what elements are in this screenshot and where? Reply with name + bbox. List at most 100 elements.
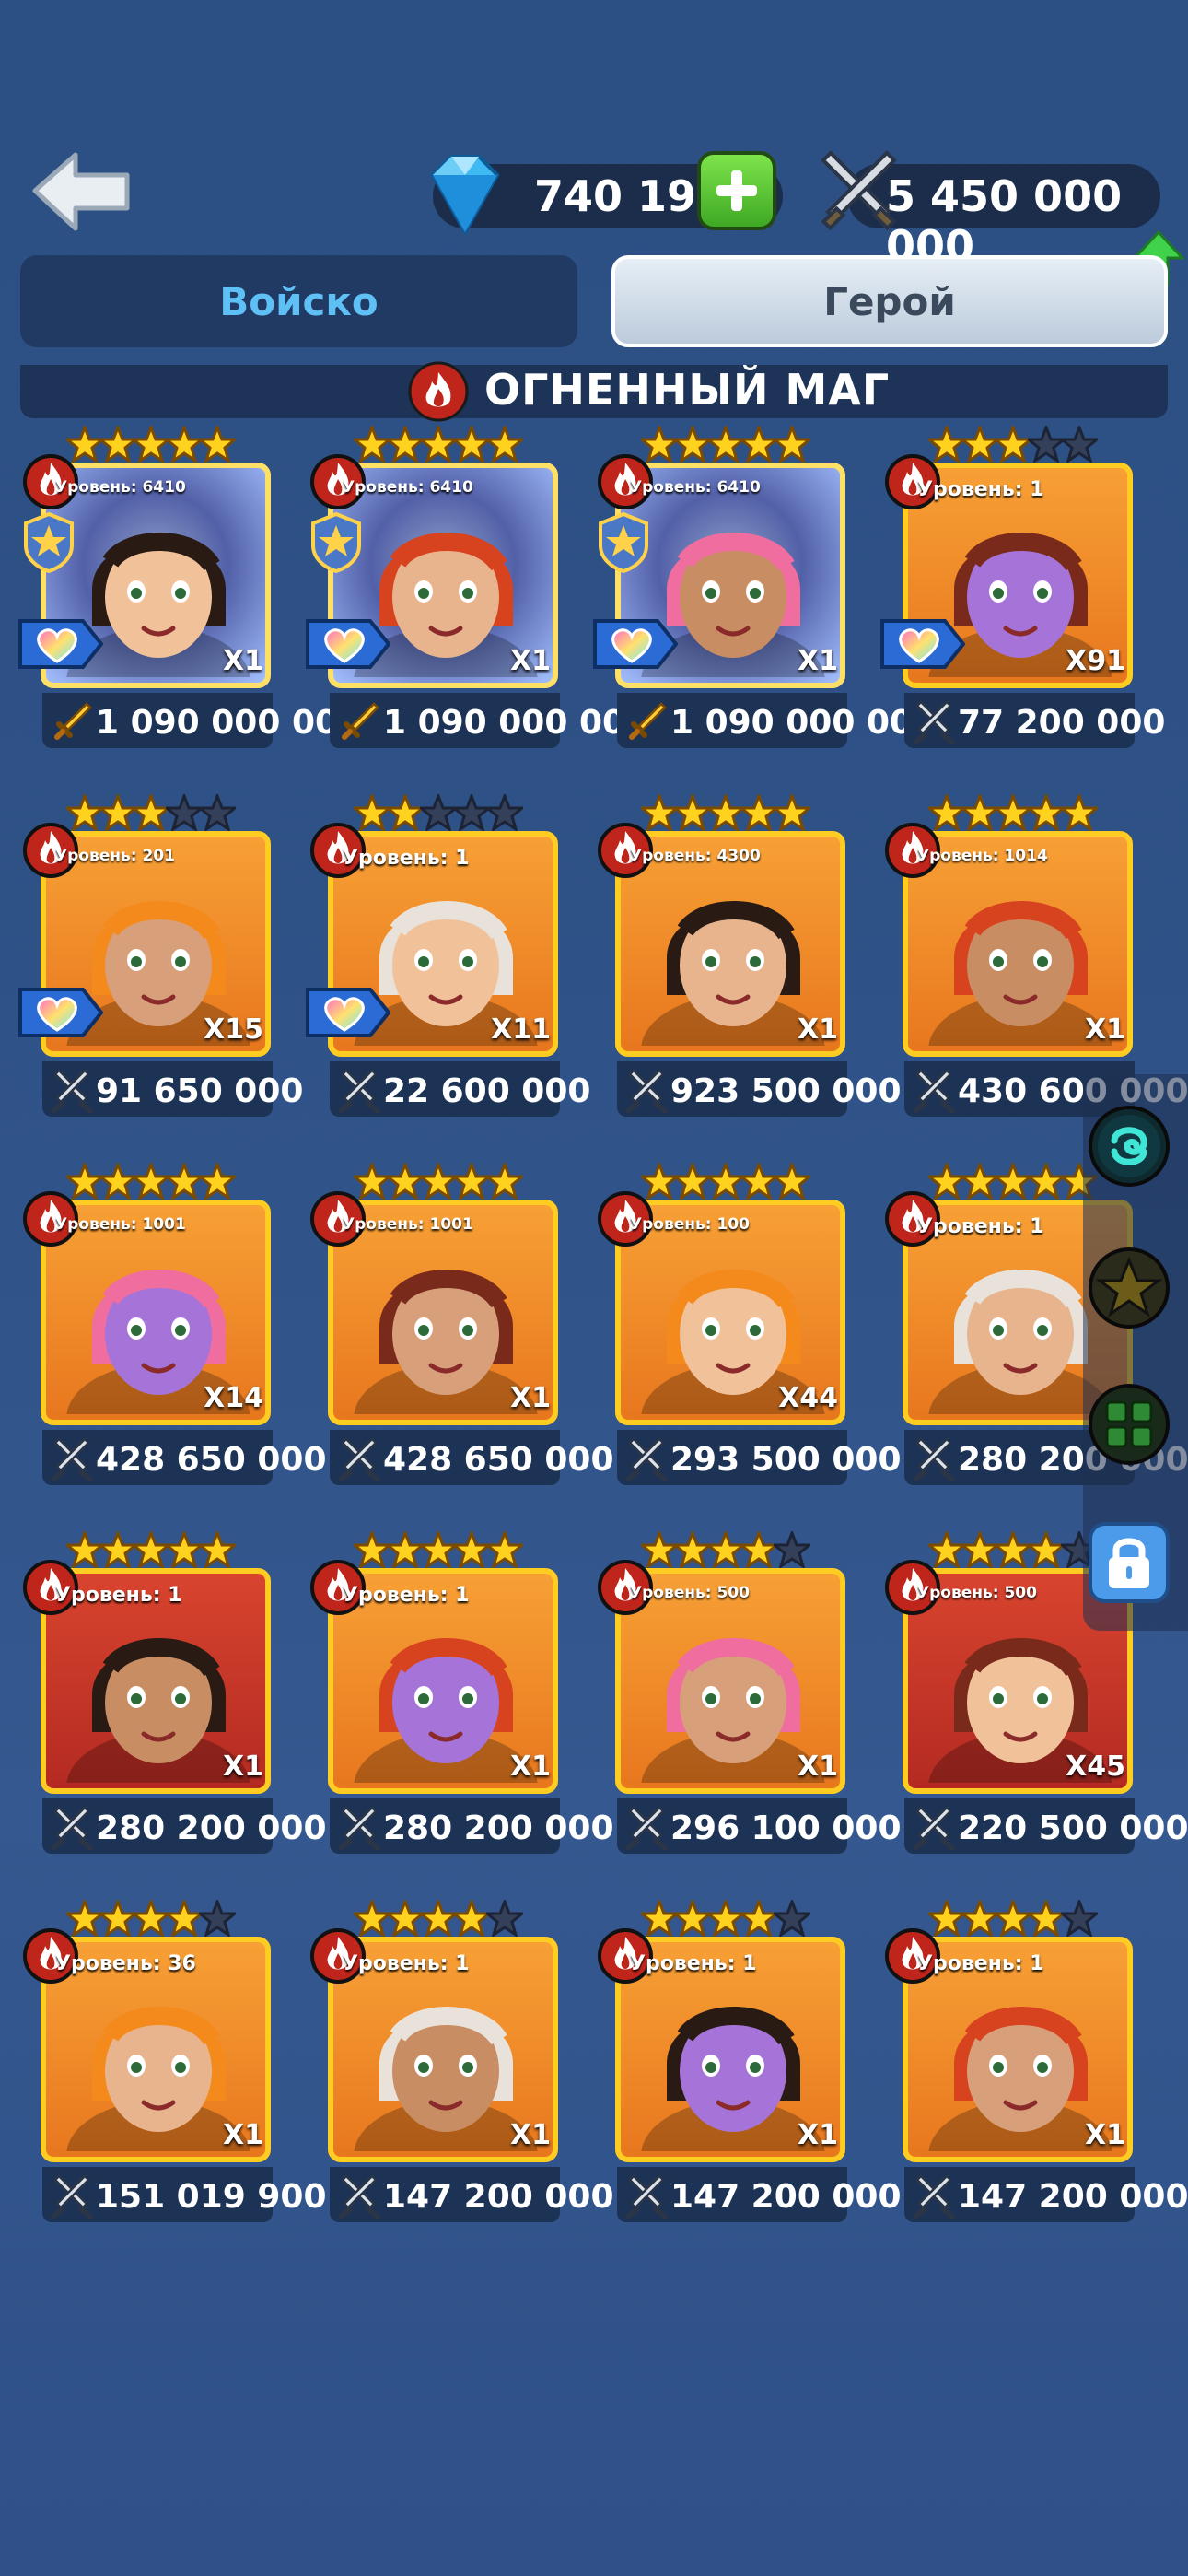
hero-card[interactable]: Уровень: 6410 X1 1 090 000 000 [593,423,936,753]
lock-icon[interactable] [1087,1520,1171,1605]
star-filled-icon [383,1897,427,1938]
hero-card[interactable]: Уровень: 1 X1 147 200 000 [309,1897,614,2227]
star-filled-icon [96,1160,140,1201]
hero-card[interactable]: Уровень: 1014 X1 430 600 000 [884,791,1188,1121]
hero-card[interactable]: Уровень: 6410 X1 1 090 000 000 [18,423,361,753]
crossed-swords-icon [338,1437,380,1481]
hero-card[interactable]: Уровень: 1 X1 280 200 000 [309,1528,614,1858]
crossed-swords-icon [913,2174,955,2219]
star-icon[interactable] [1087,1246,1171,1330]
star-filled-icon [737,1160,781,1201]
crossed-swords-icon [625,1437,668,1481]
hero-card[interactable]: Уровень: 4300 X1 923 500 000 [597,791,902,1121]
hero-card[interactable]: Уровень: 6410 X1 1 090 000 000 [306,423,648,753]
hero-power-row: 91 650 000 [42,1061,303,1117]
hero-level: Уровень: 1001 [55,1215,186,1234]
hero-level: Уровень: 1 [343,1952,470,1975]
hero-power-value: 220 500 000 [958,1809,1188,1847]
hero-level: Уровень: 500 [630,1584,750,1602]
hero-stars [637,423,814,464]
star-filled-icon [96,423,140,464]
hero-card[interactable]: Уровень: 1001 X14 428 650 000 [22,1160,327,1490]
hero-card[interactable]: Уровень: 1 X91 77 200 000 [880,423,1165,753]
star-filled-icon [416,1160,460,1201]
hero-card[interactable]: Уровень: 1001 X1 428 650 000 [309,1160,614,1490]
hero-count: X1 [797,1013,838,1046]
hero-count: X45 [1066,1751,1125,1783]
star-filled-icon [737,1897,781,1938]
hero-power-row: 428 650 000 [42,1430,327,1485]
hero-card[interactable]: Уровень: 1 X11 22 600 000 [306,791,590,1121]
star-filled-icon [483,1528,527,1570]
star-filled-icon [162,1160,206,1201]
star-filled-icon [704,423,748,464]
star-filled-icon [770,423,814,464]
hero-count: X1 [222,1751,263,1783]
hero-count: X1 [509,1382,551,1414]
hero-level: Уровень: 100 [630,1215,750,1234]
hero-count: X1 [509,1751,551,1783]
hero-level: Уровень: 6410 [343,478,473,497]
star-filled-icon [129,1160,173,1201]
crossed-swords-icon [625,1069,668,1113]
star-filled-icon [991,1528,1035,1570]
hero-stars [63,1528,239,1570]
hero-count: X1 [797,1751,838,1783]
star-filled-icon [1057,791,1101,833]
hero-level: Уровень: 4300 [630,847,761,865]
hero-card[interactable]: Уровень: 1 X1 147 200 000 [597,1897,902,2227]
hero-card[interactable]: Уровень: 201 X15 91 650 000 [18,791,303,1121]
hero-power-row: 22 600 000 [330,1061,590,1117]
grid-icon[interactable] [1087,1382,1171,1467]
star-filled-icon [991,1897,1035,1938]
star-filled-icon [1024,791,1068,833]
hero-power-value: 151 019 900 [96,2178,327,2216]
hero-card[interactable]: Уровень: 1 X1 280 200 000 [22,1528,327,1858]
rank-badge-icon [24,511,74,573]
hero-stars [925,1897,1101,1938]
hero-stars [925,423,1101,464]
hero-card[interactable]: Уровень: 36 X1 151 019 900 [22,1897,327,2227]
star-empty-icon [162,791,206,833]
hero-count: X1 [1084,2119,1125,2151]
star-filled-icon [737,791,781,833]
heart-icon [306,988,390,1037]
star-empty-icon [1057,423,1101,464]
star-empty-icon [483,791,527,833]
hero-stars [925,1528,1101,1570]
hero-card[interactable]: Уровень: 500 X1 296 100 000 [597,1528,902,1858]
star-filled-icon [770,1160,814,1201]
star-empty-icon [195,791,239,833]
star-filled-icon [129,423,173,464]
hero-power-row: 293 500 000 [617,1430,902,1485]
hero-power-row: 1 090 000 000 [42,693,361,748]
hero-stars [63,1160,239,1201]
star-empty-icon [483,1897,527,1938]
star-filled-icon [195,1528,239,1570]
swirl-icon[interactable] [1087,1104,1171,1188]
hero-power-value: 280 200 000 [96,1809,327,1847]
star-filled-icon [670,1160,715,1201]
star-filled-icon [383,1528,427,1570]
heart-icon [880,619,965,669]
hero-card[interactable]: Уровень: 100 X44 293 500 000 [597,1160,902,1490]
star-empty-icon [770,1897,814,1938]
star-filled-icon [483,423,527,464]
star-filled-icon [770,791,814,833]
hero-card[interactable]: Уровень: 1 X1 147 200 000 [884,1897,1188,2227]
star-filled-icon [704,791,748,833]
hero-level: Уровень: 6410 [630,478,761,497]
star-filled-icon [383,423,427,464]
crossed-swords-icon [913,1806,955,1850]
hero-power-value: 428 650 000 [96,1441,327,1479]
star-filled-icon [958,791,1002,833]
star-filled-icon [162,1897,206,1938]
hero-power-row: 1 090 000 000 [617,693,936,748]
hero-stars [350,423,527,464]
star-filled-icon [670,1528,715,1570]
crossed-swords-icon [51,1069,93,1113]
hero-power-row: 147 200 000 [617,2167,902,2222]
hero-power-value: 428 650 000 [383,1441,614,1479]
star-empty-icon [1057,1897,1101,1938]
crossed-swords-icon [913,1437,955,1481]
